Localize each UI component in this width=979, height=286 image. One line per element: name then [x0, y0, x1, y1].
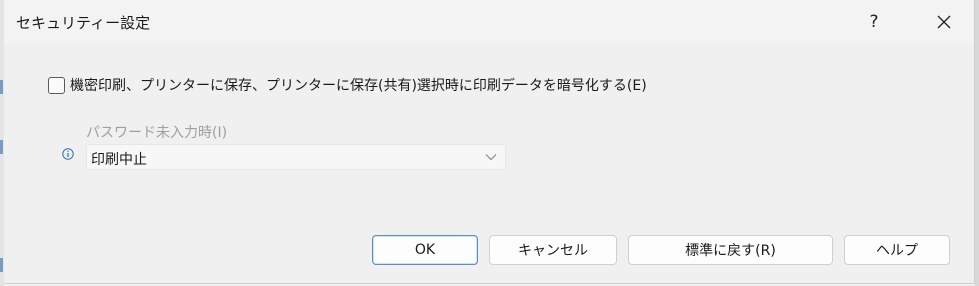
close-icon: [937, 15, 951, 29]
background-marker: [0, 80, 3, 94]
background-marker: [0, 140, 3, 154]
cancel-button[interactable]: キャンセル: [489, 235, 617, 265]
dialog-title: セキュリティー設定: [16, 14, 151, 32]
security-settings-dialog: セキュリティー設定 ? 機密印刷、プリンターに保存、プリンターに保存(共有)選択…: [4, 0, 975, 284]
help-button[interactable]: ヘルプ: [844, 235, 950, 265]
encrypt-checkbox[interactable]: [48, 76, 65, 94]
ok-button[interactable]: OK: [372, 235, 478, 265]
background-marker: [0, 258, 3, 272]
reset-defaults-button[interactable]: 標準に戻す(R): [628, 235, 833, 265]
info-icon: [62, 148, 74, 160]
chevron-down-icon: [485, 154, 497, 161]
background-window-edge-right: [975, 0, 979, 286]
encrypt-option[interactable]: 機密印刷、プリンターに保存、プリンターに保存(共有)選択時に印刷データを暗号化す…: [48, 74, 647, 96]
selected-value: 印刷中止: [91, 152, 147, 168]
title-bar: セキュリティー設定 ?: [4, 0, 974, 44]
no-password-label: パスワード未入力時(I): [86, 125, 228, 141]
help-title-button[interactable]: ?: [850, 0, 898, 44]
close-button[interactable]: [920, 0, 968, 44]
no-password-action-select[interactable]: 印刷中止: [86, 144, 506, 170]
encrypt-checkbox-label: 機密印刷、プリンターに保存、プリンターに保存(共有)選択時に印刷データを暗号化す…: [70, 78, 647, 94]
